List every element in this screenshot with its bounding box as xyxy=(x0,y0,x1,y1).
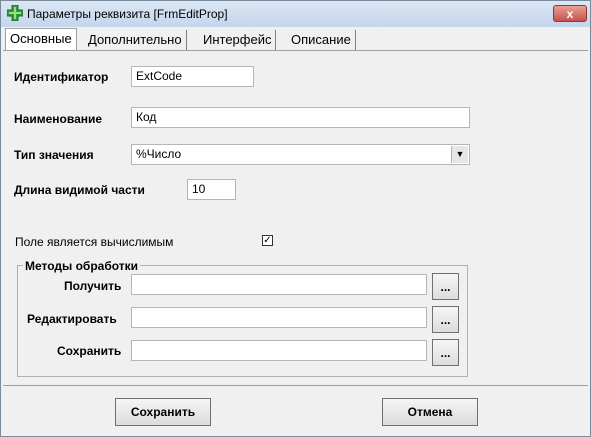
computed-checkbox[interactable]: ✓ xyxy=(262,235,273,246)
visible-length-input[interactable]: 10 xyxy=(187,179,236,200)
window-title: Параметры реквизита [FrmEditProp] xyxy=(27,7,228,21)
chevron-down-icon[interactable]: ▼ xyxy=(451,146,468,163)
identifier-label: Идентификатор xyxy=(14,70,109,84)
edit-method-label: Редактировать xyxy=(27,312,117,326)
edit-method-browse-button[interactable]: ... xyxy=(432,306,459,333)
tab-additional-label: Дополнительно xyxy=(88,32,182,47)
tab-description[interactable]: Описание xyxy=(287,30,356,50)
tab-main[interactable]: Основные xyxy=(5,28,77,51)
identifier-input[interactable]: ExtCode xyxy=(131,66,254,87)
close-button[interactable]: x xyxy=(553,5,587,22)
edit-method-input[interactable] xyxy=(131,307,427,328)
value-type-select[interactable]: %Число ▼ xyxy=(131,144,470,165)
value-type-selected: %Число xyxy=(136,147,182,161)
app-cross-icon xyxy=(7,5,23,21)
get-method-label: Получить xyxy=(64,279,122,293)
save-method-label: Сохранить xyxy=(57,344,122,358)
title-bar: Параметры реквизита [FrmEditProp] x xyxy=(1,1,590,27)
get-method-input[interactable] xyxy=(131,274,427,295)
get-method-browse-button[interactable]: ... xyxy=(432,273,459,300)
dialog-window: Параметры реквизита [FrmEditProp] x Осно… xyxy=(0,0,591,437)
tab-additional[interactable]: Дополнительно xyxy=(84,30,187,50)
tab-description-label: Описание xyxy=(291,32,351,47)
save-method-browse-button[interactable]: ... xyxy=(432,339,459,366)
computed-label: Поле является вычислимым xyxy=(15,235,174,249)
save-method-input[interactable] xyxy=(131,340,427,361)
tab-interface[interactable]: Интерфейс xyxy=(199,30,277,50)
tab-interface-label: Интерфейс xyxy=(203,32,272,47)
value-type-label: Тип значения xyxy=(14,148,94,162)
cancel-button[interactable]: Отмена xyxy=(382,398,478,426)
tab-main-label: Основные xyxy=(10,31,72,46)
name-label: Наименование xyxy=(14,112,103,126)
methods-group-title: Методы обработки xyxy=(23,259,141,273)
save-button[interactable]: Сохранить xyxy=(115,398,211,426)
visible-length-label: Длина видимой части xyxy=(14,183,145,197)
name-input[interactable]: Код xyxy=(131,107,470,128)
